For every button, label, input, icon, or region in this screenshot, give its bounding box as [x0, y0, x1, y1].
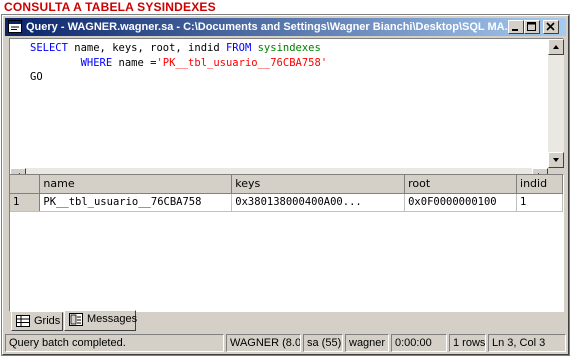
query-editor[interactable]: SELECT name, keys, root, indid FROM sysi…: [9, 38, 564, 185]
query-window-icon[interactable]: [8, 20, 22, 33]
editor-vertical-scrollbar[interactable]: [548, 39, 564, 168]
cell-keys[interactable]: 0x380138000400A00...: [231, 193, 406, 212]
batch-separator: GO: [30, 71, 43, 83]
tab-messages-label: Messages: [87, 313, 138, 325]
title-bar[interactable]: Query - WAGNER.wagner.sa - C:\Documents …: [5, 18, 566, 36]
code-line-3: GO: [30, 70, 327, 85]
cell-name[interactable]: PK__tbl_usuario__76CBA758: [39, 193, 233, 212]
status-row-count: 1 rows: [449, 334, 486, 352]
column-header-name[interactable]: name: [39, 175, 233, 194]
keyword-select: SELECT: [30, 42, 68, 54]
maximize-button[interactable]: [524, 20, 540, 34]
tab-grids-label: Grids: [34, 315, 61, 327]
column-header-keys[interactable]: keys: [231, 175, 406, 194]
status-cursor-position: Ln 3, Col 3: [488, 334, 566, 352]
column-header-indid[interactable]: indid: [516, 175, 563, 194]
status-user: sa (55): [303, 334, 343, 352]
minimize-button[interactable]: [508, 20, 524, 34]
window-title: Query - WAGNER.wagner.sa - C:\Documents …: [26, 21, 514, 33]
where-condition: name =: [112, 56, 157, 69]
status-database: wagner: [345, 334, 389, 352]
status-elapsed-time: 0:00:00: [391, 334, 447, 352]
code-line-1: SELECT name, keys, root, indid FROM sysi…: [30, 41, 327, 56]
cell-root[interactable]: 0x0F0000000100: [404, 193, 518, 212]
results-tabs: Grids Messages: [9, 310, 564, 332]
sql-code[interactable]: SELECT name, keys, root, indid FROM sysi…: [30, 41, 327, 85]
row-header-corner[interactable]: [10, 175, 41, 194]
table-name: sysindexes: [257, 42, 321, 54]
table-row[interactable]: 1 PK__tbl_usuario__76CBA758 0x3801380004…: [10, 193, 563, 212]
status-bar: Query batch completed. WAGNER (8.0) sa (…: [5, 334, 566, 353]
code-line-2: WHERE name ='PK__tbl_usuario__76CBA758': [30, 56, 328, 71]
scroll-down-icon[interactable]: [548, 152, 564, 168]
tab-grids[interactable]: Grids: [11, 312, 63, 331]
keyword-where: WHERE: [80, 56, 113, 69]
select-columns: name, keys, root, indid: [67, 42, 226, 54]
header-row: name keys root indid: [10, 175, 563, 194]
status-message: Query batch completed.: [5, 334, 224, 352]
messages-icon: [69, 313, 83, 332]
tab-messages[interactable]: Messages: [64, 310, 138, 332]
scroll-up-icon[interactable]: [548, 39, 564, 55]
keyword-from: FROM: [225, 42, 252, 54]
column-header-root[interactable]: root: [404, 175, 518, 194]
page-caption: CONSULTA A TABELA SYSINDEXES: [4, 0, 216, 14]
string-literal: 'PK__tbl_usuario__76CBA758': [156, 56, 328, 69]
query-window: Query - WAGNER.wagner.sa - C:\Documents …: [1, 14, 570, 356]
results-table: name keys root indid 1 PK__tbl_usuario__…: [10, 175, 563, 212]
row-number[interactable]: 1: [10, 193, 41, 212]
cell-indid[interactable]: 1: [516, 193, 563, 212]
grid-icon: [16, 315, 30, 333]
close-button[interactable]: [543, 20, 559, 34]
status-server: WAGNER (8.0): [226, 334, 301, 352]
results-grid[interactable]: name keys root indid 1 PK__tbl_usuario__…: [9, 174, 564, 312]
